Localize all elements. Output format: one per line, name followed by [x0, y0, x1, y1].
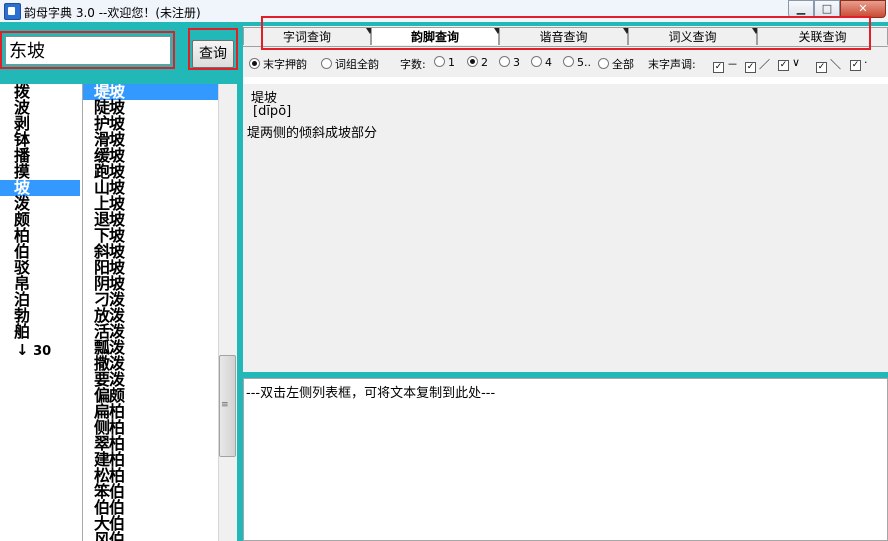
- rhyme-char-list[interactable]: 拨波剥钵播摸坡泼颇柏伯驳帛泊勃舶: [0, 84, 83, 541]
- radio-count-2[interactable]: 2: [467, 56, 488, 69]
- radio-count-5-plus[interactable]: 5..: [563, 56, 591, 69]
- radio-last-char-rhyme[interactable]: 末字押韵: [249, 56, 307, 72]
- rhyme-char-item[interactable]: 舶: [0, 324, 30, 340]
- pane-splitter-vertical[interactable]: [236, 22, 243, 541]
- tone-symbol: ＼: [830, 58, 841, 71]
- highlight-box-search-input: [0, 31, 175, 69]
- arrow-down-icon: ↓: [16, 341, 29, 359]
- radio-label: 末字押韵: [263, 58, 307, 71]
- radio-icon: [563, 56, 574, 67]
- char-count-label: 字数:: [400, 58, 426, 71]
- radio-label: 5..: [577, 56, 591, 69]
- radio-label: 3: [513, 56, 520, 69]
- tone-symbol: ∨: [792, 56, 801, 69]
- rhyme-word-list[interactable]: 堤坡 陡坡 护坡 滑坡 缓坡 跑坡 山坡 上坡 退坡 下坡 斜坡 阳坡 阴坡 刁泼 放泼 活泼 瓢泼 撒泼 要泼 偏颇…: [83, 84, 218, 541]
- radio-label: 2: [481, 56, 488, 69]
- app-icon: [4, 3, 21, 20]
- detail-definition: 堤两侧的倾斜成坡部分: [247, 126, 378, 141]
- checkbox-tone-1[interactable]: ✓ －: [713, 56, 738, 73]
- radio-label: 词组全韵: [335, 58, 379, 71]
- radio-label: 4: [545, 56, 552, 69]
- radio-icon: [598, 58, 609, 69]
- more-indicator[interactable]: ↓ 30: [16, 341, 51, 359]
- radio-icon: [434, 56, 445, 67]
- more-count: 30: [33, 344, 52, 359]
- tone-symbol: ／: [759, 58, 770, 71]
- rhyme-word-item[interactable]: 风伯: [83, 532, 125, 541]
- notes-placeholder: ---双击左侧列表框，可将文本复制到此处---: [246, 386, 496, 401]
- checkbox-icon: ✓: [778, 60, 789, 71]
- radio-icon: [467, 56, 478, 67]
- checkbox-icon: ✓: [713, 62, 724, 73]
- detail-pinyin: [dīpō]: [253, 104, 292, 119]
- radio-label: 全部: [612, 58, 634, 71]
- checkbox-icon: ✓: [850, 60, 861, 71]
- rhyme-char-item[interactable]: 坡: [0, 180, 80, 196]
- scrollbar-grip-icon: ≡: [221, 400, 229, 410]
- radio-icon: [531, 56, 542, 67]
- tone-symbol: －: [727, 58, 738, 71]
- checkbox-tone-3[interactable]: ✓ ∨: [778, 56, 800, 71]
- tone-symbol: ·: [864, 56, 868, 69]
- radio-count-4[interactable]: 4: [531, 56, 552, 69]
- highlight-box-tabs: [261, 16, 871, 50]
- radio-label: 1: [448, 56, 455, 69]
- checkbox-tone-2[interactable]: ✓ ／: [745, 56, 770, 73]
- radio-count-1[interactable]: 1: [434, 56, 455, 69]
- radio-icon: [249, 58, 260, 69]
- checkbox-tone-4[interactable]: ✓ ＼: [816, 56, 841, 73]
- word-list-scrollbar[interactable]: [218, 84, 237, 541]
- radio-icon: [499, 56, 510, 67]
- highlight-box-search-button: [188, 28, 238, 70]
- radio-count-3[interactable]: 3: [499, 56, 520, 69]
- radio-full-phrase-rhyme[interactable]: 词组全韵: [321, 56, 379, 72]
- checkbox-icon: ✓: [745, 62, 756, 73]
- notes-textarea[interactable]: [243, 378, 888, 541]
- tone-label: 末字声调:: [648, 58, 696, 71]
- checkbox-icon: ✓: [816, 62, 827, 73]
- checkbox-tone-5[interactable]: ✓ ·: [850, 56, 868, 71]
- radio-count-all[interactable]: 全部: [598, 56, 634, 72]
- window-title: 韵母字典 3.0 --欢迎您！(未注册): [24, 6, 201, 20]
- radio-icon: [321, 58, 332, 69]
